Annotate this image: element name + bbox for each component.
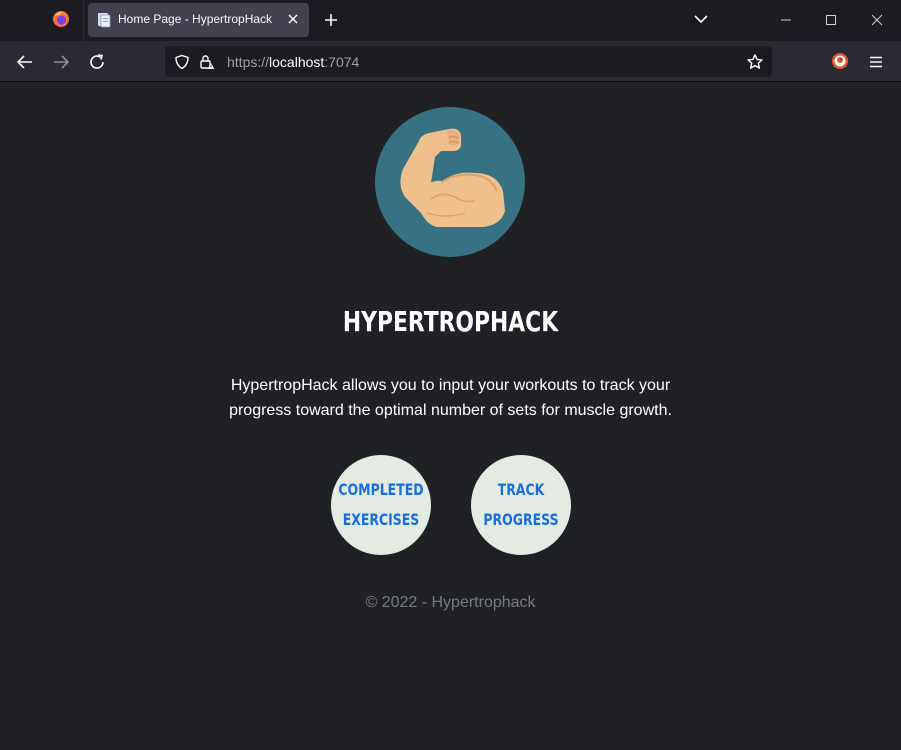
hamburger-menu-icon[interactable] [867,53,885,71]
track-progress-line2: PROGRESS [483,510,559,529]
bookmark-star-icon[interactable] [746,53,764,71]
reload-icon[interactable] [88,53,106,71]
url-host: localhost [269,54,325,70]
page-favicon-icon [98,13,111,28]
url-text[interactable]: https://localhost:7074 [227,54,359,70]
url-port: :7074 [324,54,360,70]
page-title: HYPERTROPHACK [342,305,559,338]
tab-strip: Home Page - HypertropHack [0,0,901,41]
firefox-icon[interactable] [52,10,70,28]
url-scheme: https:// [227,54,270,70]
back-icon[interactable] [16,53,34,71]
new-tab-icon[interactable] [322,11,340,29]
forward-icon[interactable] [52,53,70,71]
completed-exercises-label: COMPLETED EXERCISES [316,475,446,535]
completed-exercises-line1: COMPLETED [338,480,424,499]
tab-title: Home Page - HypertropHack [118,12,273,26]
completed-exercises-button[interactable]: COMPLETED EXERCISES [331,455,431,555]
lock-warning-icon[interactable] [199,54,215,70]
completed-exercises-line2: EXERCISES [342,510,420,529]
maximize-icon[interactable] [823,12,839,28]
url-bar[interactable]: https://localhost:7074 [165,46,772,77]
chevron-down-icon[interactable] [693,11,709,27]
navigation-toolbar: https://localhost:7074 [0,41,901,82]
tracking-protection-shield-icon[interactable] [174,54,190,70]
flexed-arm-logo-icon [375,107,525,257]
footer-copyright: © 2022 - Hypertrophack [365,594,536,611]
duckduckgo-extension-icon[interactable] [831,52,849,70]
track-progress-line1: TRACK [497,480,545,499]
tab-separator [83,0,84,41]
track-progress-label: TRACK PROGRESS [456,475,586,535]
close-window-icon[interactable] [869,12,885,28]
track-progress-button[interactable]: TRACK PROGRESS [471,455,571,555]
minimize-icon[interactable] [778,12,794,28]
close-tab-icon[interactable] [285,11,301,27]
page-description: HypertropHack allows you to input your w… [229,377,672,419]
page-content: HYPERTROPHACK HypertropHack allows you t… [0,83,901,750]
tab-home-page[interactable]: Home Page - HypertropHack [88,3,309,37]
